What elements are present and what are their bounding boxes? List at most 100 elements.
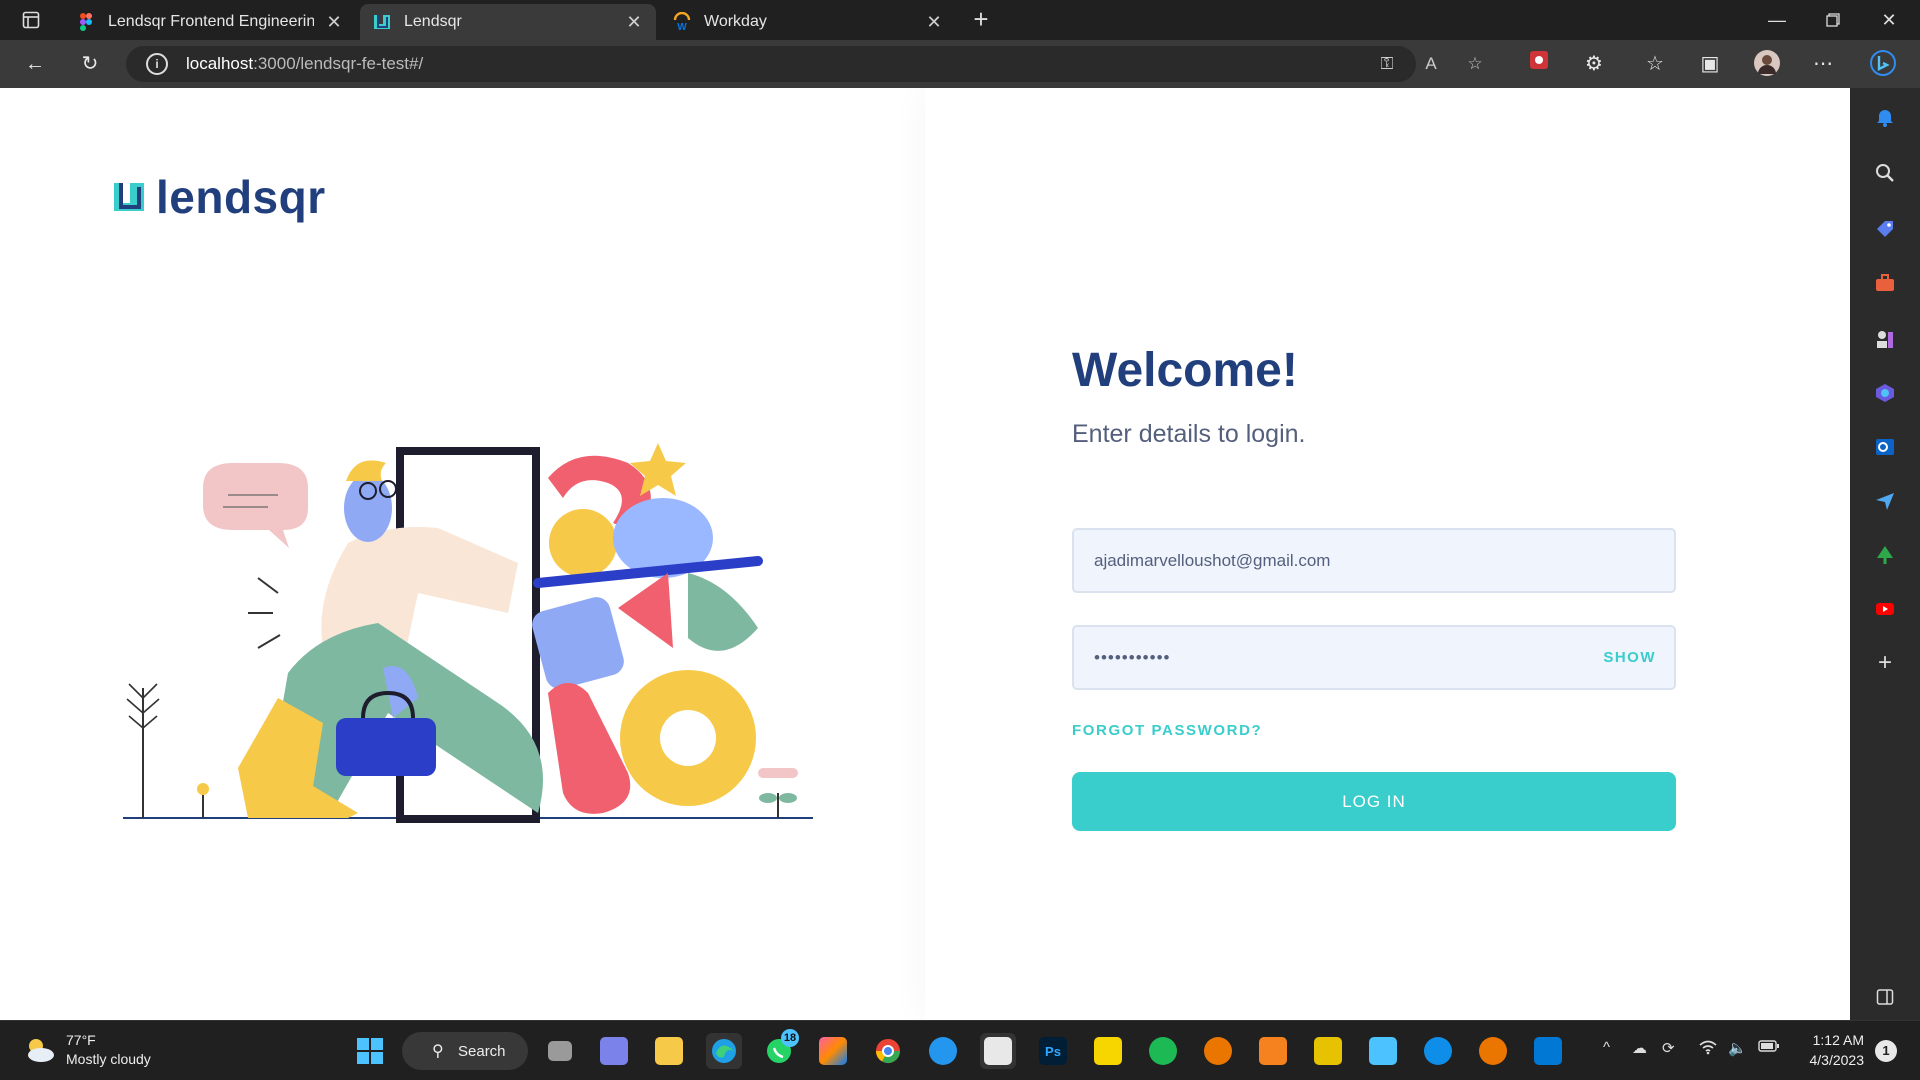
file-explorer-icon[interactable] bbox=[651, 1033, 687, 1069]
weather-widget[interactable]: 77°F Mostly cloudy bbox=[22, 1031, 151, 1069]
welcome-heading: Welcome! bbox=[1072, 344, 1298, 397]
blender-icon[interactable] bbox=[1200, 1033, 1236, 1069]
taskbar-search[interactable]: ⚲ Search bbox=[402, 1032, 528, 1070]
tab-workday[interactable]: W Workday ✕ bbox=[660, 4, 956, 40]
notifications-bell-icon[interactable] bbox=[1870, 102, 1900, 132]
email-field[interactable] bbox=[1072, 528, 1676, 593]
bing-copilot-icon[interactable] bbox=[1868, 50, 1898, 78]
more-options-icon[interactable]: ⋯ bbox=[1808, 50, 1838, 78]
close-icon[interactable]: ✕ bbox=[924, 12, 944, 33]
logo-text: lendsqr bbox=[156, 171, 326, 223]
notepad-icon[interactable] bbox=[1365, 1033, 1401, 1069]
show-hidden-icons-icon[interactable]: ^ bbox=[1603, 1039, 1610, 1056]
snipping-tool-icon[interactable] bbox=[980, 1033, 1016, 1069]
tools-briefcase-icon[interactable] bbox=[1870, 268, 1900, 298]
youtube-icon[interactable] bbox=[1870, 594, 1900, 624]
email-input[interactable] bbox=[1094, 530, 1574, 591]
show-password-toggle[interactable]: SHOW bbox=[1603, 649, 1656, 666]
url-host: localhost bbox=[186, 54, 254, 73]
volume-icon[interactable]: 🔈 bbox=[1728, 1039, 1747, 1057]
teams-chat-icon[interactable] bbox=[596, 1033, 632, 1069]
address-bar[interactable]: i localhost:3000/lendsqr-fe-test#/ ⚿ A ☆ bbox=[126, 46, 1483, 82]
docker-icon[interactable] bbox=[925, 1033, 961, 1069]
pdf-app-icon[interactable] bbox=[1255, 1033, 1291, 1069]
lendsqr-icon bbox=[372, 12, 392, 32]
tab-title: Lendsqr Frontend Engineering As bbox=[108, 13, 314, 30]
read-aloud-icon[interactable]: A bbox=[1418, 54, 1444, 76]
lendsqr-logo-mark-icon bbox=[114, 183, 144, 211]
weather-description: Mostly cloudy bbox=[66, 1051, 151, 1067]
minimize-button[interactable]: — bbox=[1754, 6, 1800, 34]
collections-icon[interactable]: ▣ bbox=[1695, 50, 1725, 78]
search-icon[interactable] bbox=[1870, 158, 1900, 188]
add-sidebar-item-icon[interactable]: + bbox=[1870, 648, 1900, 678]
taskbar-clock[interactable]: 1:12 AM 4/3/2023 bbox=[1786, 1030, 1865, 1070]
browser-toolbar: ← ↻ i localhost:3000/lendsqr-fe-test#/ ⚿… bbox=[0, 40, 1920, 88]
tab-actions-icon[interactable] bbox=[14, 8, 48, 32]
key-icon[interactable]: ⚿ bbox=[1374, 54, 1400, 76]
wifi-icon[interactable] bbox=[1698, 1039, 1718, 1059]
sync-icon[interactable]: ⟳ bbox=[1662, 1039, 1675, 1057]
tab-strip: Lendsqr Frontend Engineering As ✕ Lendsq… bbox=[0, 0, 1920, 40]
profile-avatar[interactable] bbox=[1752, 50, 1782, 78]
outlook-icon[interactable] bbox=[1870, 432, 1900, 462]
shopping-tag-icon[interactable] bbox=[1870, 214, 1900, 244]
login-subtitle: Enter details to login. bbox=[1072, 420, 1306, 448]
extensions-icon[interactable]: ⚙ bbox=[1579, 50, 1609, 78]
new-tab-button[interactable]: + bbox=[966, 6, 996, 34]
remote-desktop-icon[interactable] bbox=[1530, 1033, 1566, 1069]
task-view-icon[interactable] bbox=[542, 1033, 578, 1069]
whatsapp-icon[interactable]: 18 bbox=[761, 1029, 799, 1069]
url-path: :3000/lendsqr-fe-test#/ bbox=[253, 54, 424, 73]
page-viewport: lendsqr Welcome! Enter details to login.… bbox=[0, 88, 1850, 1020]
password-field[interactable]: SHOW bbox=[1072, 625, 1676, 690]
taskbar-search-label: Search bbox=[458, 1042, 506, 1060]
network-tool-icon[interactable] bbox=[1310, 1033, 1346, 1069]
close-window-button[interactable]: ✕ bbox=[1866, 6, 1912, 34]
battery-icon[interactable] bbox=[1758, 1039, 1780, 1057]
hide-sidebar-icon[interactable] bbox=[1870, 982, 1900, 1012]
spotify-icon[interactable] bbox=[1145, 1033, 1181, 1069]
games-chess-icon[interactable] bbox=[1870, 324, 1900, 354]
close-icon[interactable]: ✕ bbox=[324, 12, 344, 33]
teamviewer-icon[interactable] bbox=[1420, 1033, 1456, 1069]
cloudy-weather-icon bbox=[28, 1039, 54, 1062]
copilot-icon[interactable] bbox=[1870, 378, 1900, 408]
close-icon[interactable]: ✕ bbox=[624, 12, 644, 33]
sticky-notes-icon[interactable] bbox=[1090, 1033, 1126, 1069]
left-pane: lendsqr bbox=[0, 88, 925, 1020]
windows-logo-icon bbox=[357, 1038, 383, 1064]
tab-lendsqr[interactable]: Lendsqr ✕ bbox=[360, 4, 656, 40]
onedrive-icon[interactable]: ☁ bbox=[1632, 1039, 1647, 1057]
svg-text:W: W bbox=[677, 22, 687, 32]
login-pane: Welcome! Enter details to login. SHOW FO… bbox=[925, 88, 1850, 1020]
restore-button[interactable] bbox=[1810, 6, 1856, 34]
favorites-icon[interactable]: ☆ bbox=[1640, 50, 1670, 78]
photoshop-icon[interactable]: Ps bbox=[1035, 1033, 1071, 1069]
tree-icon[interactable] bbox=[1870, 540, 1900, 570]
add-favorite-icon[interactable]: ☆ bbox=[1462, 54, 1488, 76]
search-icon: ⚲ bbox=[432, 1043, 444, 1060]
site-info-icon[interactable]: i bbox=[146, 53, 168, 75]
blender-alt-icon[interactable] bbox=[1475, 1033, 1511, 1069]
chrome-icon[interactable] bbox=[870, 1033, 906, 1069]
intellij-icon[interactable] bbox=[815, 1033, 851, 1069]
tab-title: Lendsqr bbox=[404, 13, 462, 30]
windows-taskbar: 77°F Mostly cloudy ⚲ Search 18 Ps ^ ☁ ⟳ … bbox=[0, 1020, 1920, 1080]
login-button[interactable]: LOG IN bbox=[1072, 772, 1676, 831]
start-button[interactable] bbox=[352, 1033, 388, 1069]
address-url[interactable]: localhost:3000/lendsqr-fe-test#/ bbox=[186, 54, 423, 74]
extension-red-icon[interactable] bbox=[1524, 50, 1554, 78]
back-icon[interactable]: ← bbox=[20, 50, 50, 78]
edge-browser-icon[interactable] bbox=[706, 1033, 742, 1069]
tab-title: Workday bbox=[704, 13, 767, 30]
password-input[interactable] bbox=[1094, 627, 1574, 688]
tab-figma[interactable]: Lendsqr Frontend Engineering As ✕ bbox=[64, 4, 356, 40]
forgot-password-link[interactable]: FORGOT PASSWORD? bbox=[1072, 722, 1262, 739]
refresh-icon[interactable]: ↻ bbox=[75, 50, 105, 78]
notification-count-badge[interactable]: 1 bbox=[1875, 1040, 1897, 1062]
send-icon[interactable] bbox=[1870, 486, 1900, 516]
clock-time: 1:12 AM bbox=[1812, 1032, 1864, 1048]
clock-date: 4/3/2023 bbox=[1809, 1052, 1865, 1068]
svg-text:Ps: Ps bbox=[1045, 1044, 1061, 1059]
